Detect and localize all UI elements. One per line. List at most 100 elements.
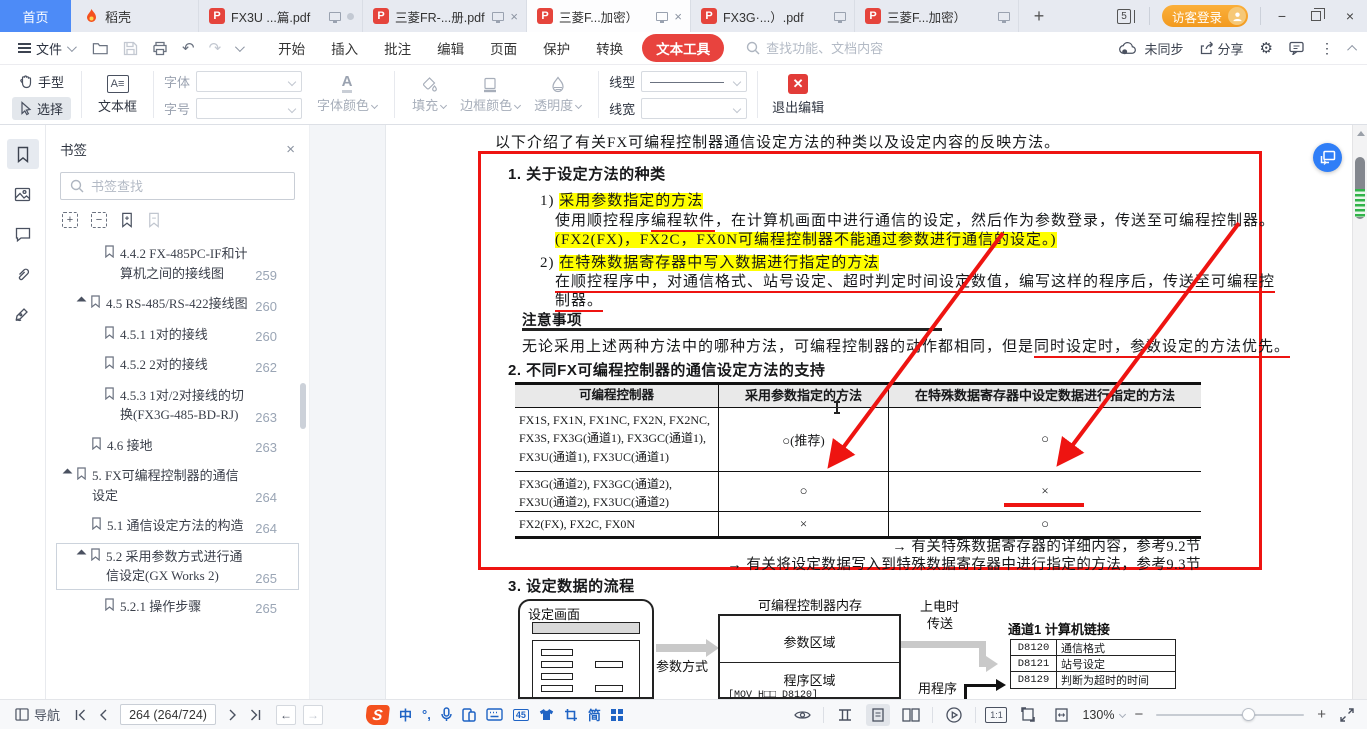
expand-all-button[interactable]: + — [62, 212, 78, 228]
zoom-slider[interactable] — [1156, 714, 1304, 716]
menu-annotate[interactable]: 批注 — [371, 38, 424, 58]
textbox-tool-button[interactable]: A≡ 文本框 — [92, 75, 143, 115]
document-scrollbar[interactable] — [1352, 125, 1367, 699]
skin-shirt-icon[interactable] — [539, 708, 554, 721]
zoom-slider-knob[interactable] — [1242, 708, 1255, 721]
fill-color-button[interactable]: 填充 — [405, 76, 453, 114]
zoom-out-button[interactable]: − — [1134, 706, 1143, 723]
tab-docer[interactable]: 稻壳 — [71, 0, 199, 32]
hand-tool-button[interactable]: 手型 — [12, 70, 71, 93]
zoom-level-dropdown[interactable]: 130% — [1082, 708, 1125, 722]
menu-convert[interactable]: 转换 — [583, 38, 636, 58]
screenshot-crop-icon[interactable] — [564, 708, 578, 722]
close-tab-icon[interactable]: × — [510, 9, 518, 24]
collapse-all-button[interactable]: − — [91, 212, 107, 228]
actual-size-button[interactable]: 1:1 — [985, 707, 1007, 723]
rail-thumbnails-button[interactable] — [7, 179, 39, 209]
settings-gear-icon[interactable]: ⚙ — [1260, 39, 1273, 57]
bookmark-item[interactable]: 5.2.1 操作步骤 265 — [60, 597, 295, 617]
voice-input-icon[interactable] — [441, 707, 452, 722]
ime-language-button[interactable]: 中 — [399, 705, 412, 724]
undo-icon[interactable]: ↶ — [182, 39, 195, 57]
bookmark-item[interactable]: 4.4.2 FX-485PC-IF和计算机之间的接线图 259 — [60, 244, 295, 283]
ime-simplified-button[interactable]: 简 — [588, 705, 601, 724]
window-manager-button[interactable]: 5 — [1107, 0, 1145, 32]
sogou-logo-icon[interactable]: S — [365, 705, 390, 725]
zoom-in-button[interactable]: + — [1317, 706, 1326, 723]
continuous-scroll-button[interactable] — [833, 704, 857, 726]
select-tool-button[interactable]: 选择 — [12, 97, 71, 120]
fit-width-button[interactable] — [1049, 704, 1073, 726]
user-45-icon[interactable]: 45 — [513, 709, 529, 721]
close-panel-icon[interactable]: × — [286, 141, 295, 158]
print-icon[interactable] — [152, 41, 168, 56]
font-family-combobox[interactable] — [196, 71, 302, 92]
picture-to-text-float-button[interactable] — [1313, 143, 1342, 172]
menu-insert[interactable]: 插入 — [318, 38, 371, 58]
float-window-icon[interactable] — [656, 12, 668, 21]
redo-icon[interactable]: ↷ — [209, 39, 222, 57]
open-file-icon[interactable] — [92, 41, 109, 56]
font-color-button[interactable]: A 字体颜色 — [310, 75, 384, 114]
rail-comments-button[interactable] — [7, 219, 39, 249]
bookmark-item[interactable]: 4.5.2 2对的接线 262 — [60, 355, 295, 375]
bookmark-item[interactable]: 4.5.1 1对的接线 260 — [60, 325, 295, 345]
font-size-combobox[interactable] — [196, 98, 302, 119]
menu-start[interactable]: 开始 — [265, 38, 318, 58]
exit-edit-button[interactable]: ✕ 退出编辑 — [772, 74, 824, 116]
restore-button[interactable] — [1299, 0, 1333, 32]
menu-text-tool-active[interactable]: 文本工具 — [642, 34, 724, 62]
rail-signature-button[interactable] — [7, 299, 39, 329]
doc-tab-1[interactable]: P FX3U ...篇.pdf — [199, 0, 363, 32]
soft-keyboard-icon[interactable] — [486, 708, 503, 721]
tab-home[interactable]: 首页 — [0, 0, 71, 32]
ime-toolbox-icon[interactable] — [611, 709, 623, 721]
float-window-icon[interactable] — [329, 12, 341, 21]
collapse-caret-icon[interactable] — [77, 297, 87, 307]
menu-edit[interactable]: 编辑 — [424, 38, 477, 58]
border-color-button[interactable]: 边框颜色 — [453, 76, 527, 114]
bookmark-search-input[interactable] — [91, 179, 285, 194]
menu-protect[interactable]: 保护 — [530, 38, 583, 58]
doc-tab-3-active[interactable]: P 三菱F...加密） × — [527, 0, 691, 32]
two-page-view-button[interactable] — [899, 704, 923, 726]
bookmark-item[interactable]: 4.6 接地 263 — [60, 436, 295, 456]
guest-login-button[interactable]: 访客登录 — [1162, 5, 1248, 27]
close-tab-icon[interactable]: × — [674, 9, 682, 24]
collapse-toolbar-icon[interactable] — [1347, 44, 1357, 54]
sync-status[interactable]: 未同步 — [1119, 39, 1184, 58]
next-page-button[interactable] — [228, 709, 237, 721]
bookmark-item[interactable]: 5.1 通信设定方法的构造 264 — [60, 516, 295, 536]
prev-page-button[interactable] — [99, 709, 108, 721]
doc-tab-2[interactable]: P 三菱FR-...册.pdf × — [363, 0, 527, 32]
file-menu-button[interactable]: 文件 — [10, 39, 82, 58]
line-width-combobox[interactable] — [641, 98, 747, 119]
rail-bookmarks-button[interactable] — [7, 139, 39, 169]
new-tab-button[interactable]: + — [1019, 0, 1059, 32]
history-forward-button[interactable]: → — [303, 705, 323, 725]
rail-attachments-button[interactable] — [7, 259, 39, 289]
bookmark-item[interactable]: 4.5.3 1对/2对接线的切换(FX3G-485-BD-RJ) 263 — [60, 386, 295, 425]
float-window-icon[interactable] — [492, 12, 504, 21]
bookmark-search[interactable] — [60, 172, 295, 200]
first-page-button[interactable] — [74, 709, 87, 721]
feedback-icon[interactable] — [1289, 41, 1304, 55]
more-menu-icon[interactable]: ⋮ — [1320, 40, 1334, 57]
fullscreen-button[interactable] — [1335, 704, 1359, 726]
eye-protection-button[interactable] — [790, 704, 814, 726]
ime-punctuation-button[interactable]: °, — [422, 707, 431, 722]
delete-bookmark-button[interactable] — [147, 212, 161, 228]
page-number-input[interactable] — [120, 704, 216, 725]
menu-page[interactable]: 页面 — [477, 38, 530, 58]
scroll-up-arrow-icon[interactable] — [1357, 131, 1365, 136]
auto-scroll-play-button[interactable] — [942, 704, 966, 726]
navigation-toggle-button[interactable]: 导航 — [8, 705, 67, 724]
close-window-button[interactable]: × — [1333, 0, 1367, 32]
more-actions-chevron-icon[interactable] — [235, 42, 245, 52]
bookmark-item[interactable]: 5. FX可编程控制器的通信设定 264 — [60, 466, 295, 505]
float-window-icon[interactable] — [998, 12, 1010, 21]
share-button[interactable]: 分享 — [1200, 39, 1244, 58]
bookmark-item-selected[interactable]: 5.2 采用参数方式进行通信设定(GX Works 2) 265 — [60, 547, 295, 586]
bookmark-item[interactable]: 4.5 RS-485/RS-422接线图 260 — [60, 294, 295, 314]
global-search[interactable] — [746, 41, 946, 56]
